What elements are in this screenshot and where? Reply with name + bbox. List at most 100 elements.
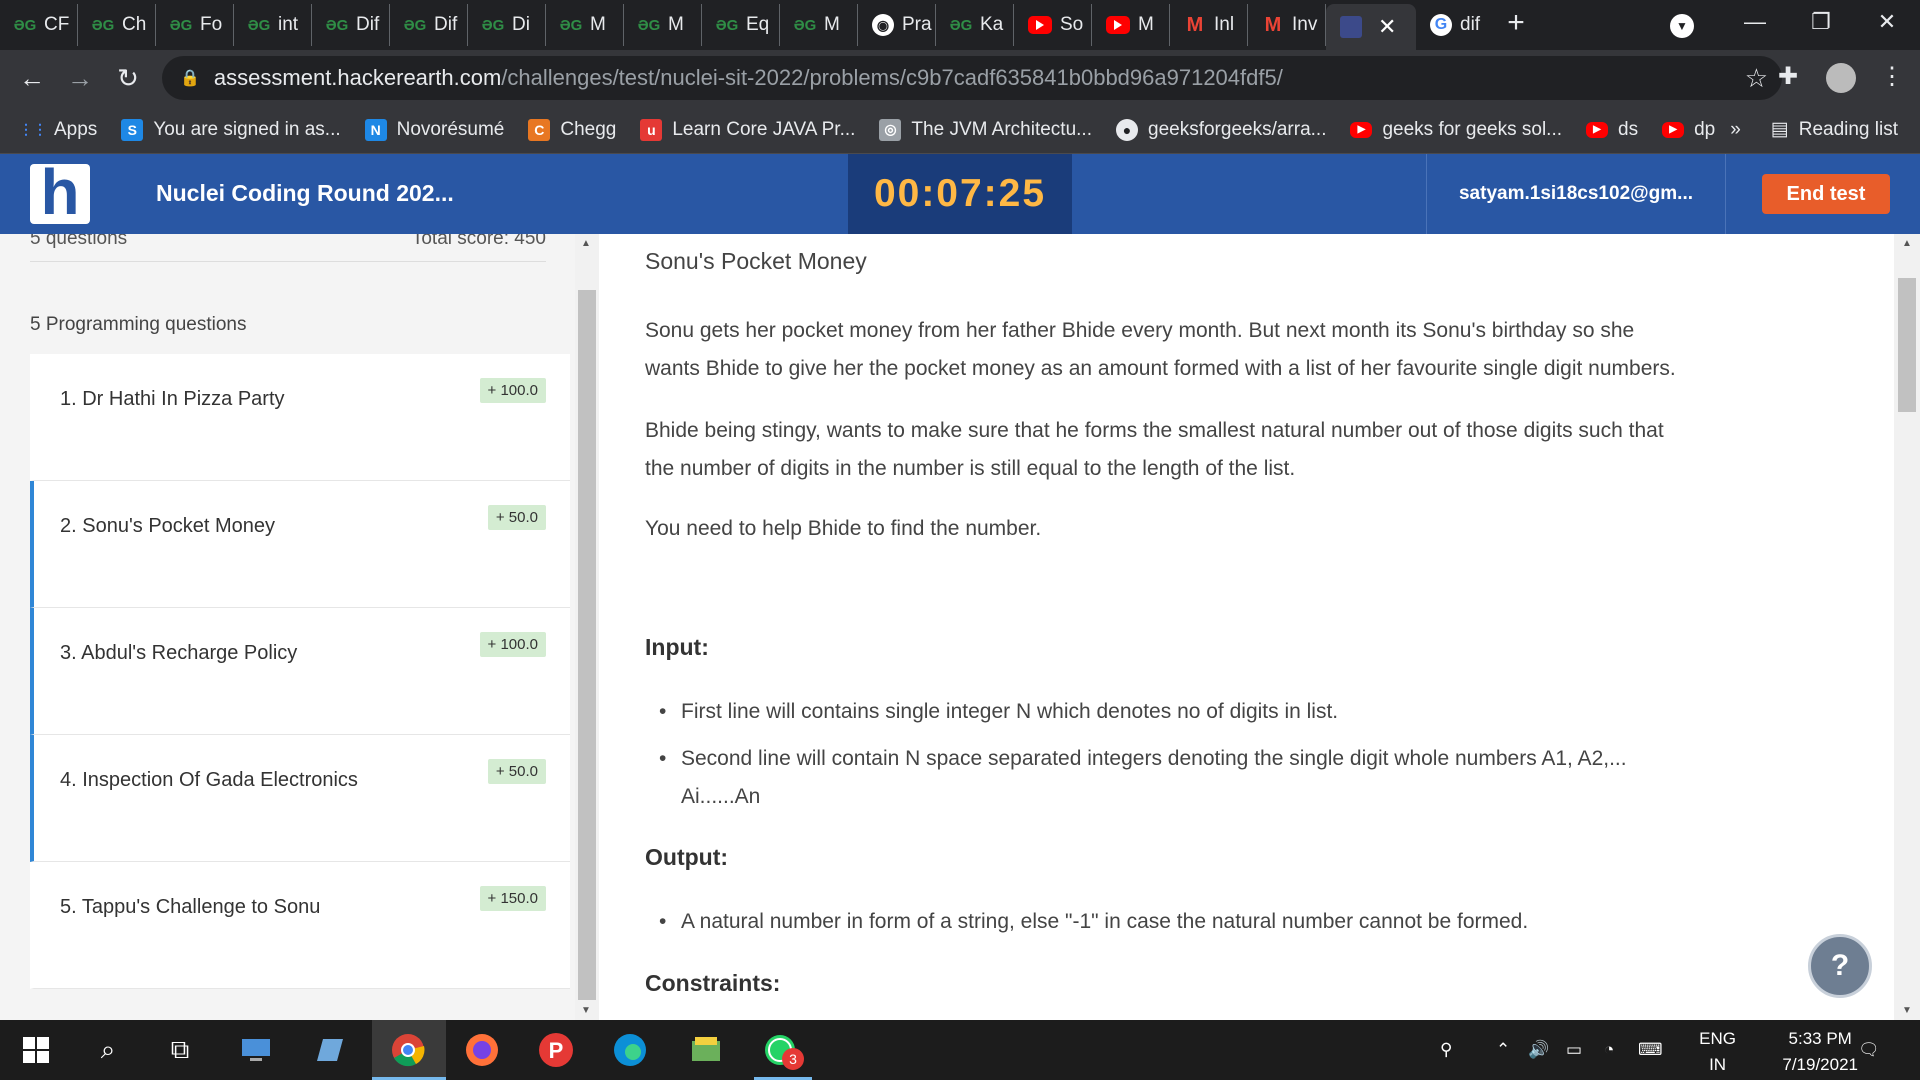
browser-tab[interactable]: ƏG Dif (312, 4, 390, 46)
output-heading: Output: (645, 844, 729, 870)
end-test-button[interactable]: End test (1762, 174, 1890, 214)
bookmark-item[interactable]: ◎ The JVM Architectu... (879, 118, 1092, 141)
score-badge: + 100.0 (479, 378, 546, 403)
question-item[interactable]: 4. Inspection Of Gada Electronics + 50.0 (30, 735, 570, 862)
score-badge: + 50.0 (487, 505, 546, 530)
people-icon[interactable]: ⚲ (1440, 1020, 1452, 1080)
task-view-icon[interactable]: ⧉ (160, 1030, 200, 1070)
scroll-thumb[interactable] (1898, 278, 1916, 412)
chrome-taskbar-icon[interactable] (388, 1030, 428, 1070)
browser-tab[interactable]: ƏG Ka (936, 4, 1014, 46)
restore-icon[interactable]: ❐ (1788, 9, 1854, 35)
lock-icon[interactable]: 🔒 (180, 68, 200, 88)
bookmark-item[interactable]: N Novorésumé (364, 118, 504, 141)
extensions-icon[interactable]: ✚ (1778, 62, 1798, 91)
question-item[interactable]: 2. Sonu's Pocket Money + 50.0 (30, 481, 570, 608)
browser-tab[interactable]: ƏG Fo (156, 4, 234, 46)
python-idle-icon[interactable] (686, 1030, 726, 1070)
bookmark-item[interactable]: ▶ ds (1586, 119, 1638, 141)
tab-label: M (1138, 14, 1154, 35)
question-item[interactable]: 5. Tappu's Challenge to Sonu + 150.0 (30, 862, 570, 989)
bookmark-label: dp (1694, 118, 1716, 140)
browser-tab[interactable]: M Inv (1248, 4, 1326, 46)
reading-list-button[interactable]: Reading list (1799, 119, 1898, 141)
main-scrollbar[interactable]: ▲ ▼ (1894, 234, 1920, 1020)
reload-icon[interactable]: ↻ (104, 63, 152, 94)
bookmark-item[interactable]: C Chegg (528, 118, 616, 141)
paragraph-1: Sonu gets her pocket money from her fath… (645, 312, 1875, 388)
search-icon[interactable]: ⌕ (88, 1030, 128, 1070)
google-icon: G (1430, 14, 1452, 36)
scroll-thumb[interactable] (578, 290, 596, 1000)
browser-tab[interactable]: ƏG M (624, 4, 702, 46)
browser-tab[interactable]: So (1014, 4, 1092, 46)
keyboard-icon[interactable]: ⌨ (1638, 1020, 1663, 1080)
gmail-icon: M (1186, 13, 1204, 36)
reading-list-icon[interactable]: ▤ (1771, 118, 1789, 141)
browser-tab[interactable]: ƏG Eq (702, 4, 780, 46)
constraints-heading: Constraints: (645, 970, 781, 996)
scroll-up-icon[interactable]: ▲ (581, 238, 591, 249)
minimize-icon[interactable]: — (1722, 9, 1788, 35)
input-bullet-1: First line will contains single integer … (659, 693, 1871, 731)
bookmark-item[interactable]: ▶ dp (1662, 119, 1715, 141)
browser-tab[interactable]: Gdif (1416, 4, 1494, 46)
address-bar[interactable]: 🔒 assessment.hackerearth.com/challenges/… (162, 56, 1782, 100)
p-app-icon[interactable]: P (536, 1030, 576, 1070)
firefox-icon[interactable] (462, 1030, 502, 1070)
more-bookmarks-icon[interactable]: » (1730, 119, 1741, 141)
close-tab-icon[interactable]: ✕ (1378, 14, 1396, 40)
wifi-icon[interactable]: ◔ (1604, 1020, 1614, 1080)
forward-icon[interactable]: → (56, 63, 104, 94)
active-tab[interactable]: ✕ (1326, 4, 1416, 50)
menu-kebab-icon[interactable]: ⋮ (1880, 62, 1904, 91)
back-icon[interactable]: ← (8, 63, 56, 94)
edge-icon[interactable] (610, 1030, 650, 1070)
question-item[interactable]: 3. Abdul's Recharge Policy + 100.0 (30, 608, 570, 735)
question-title: 4. Inspection Of Gada Electronics (60, 769, 358, 791)
notification-center-icon[interactable]: 🗨 (1858, 1020, 1880, 1080)
bookmark-item[interactable]: ⋮⋮ Apps (19, 119, 97, 141)
tab-label: Fo (200, 14, 223, 35)
hackerearth-logo[interactable]: h (30, 164, 90, 224)
scroll-up-icon[interactable]: ▲ (1902, 238, 1912, 249)
browser-tab[interactable]: M Inl (1170, 4, 1248, 46)
profile-menu-icon[interactable]: ▼ (1670, 14, 1694, 38)
tab-label: Ch (122, 14, 147, 35)
bookmark-item[interactable]: ● geeksforgeeks/arra... (1116, 118, 1326, 141)
bookmark-item[interactable]: u Learn Core JAVA Pr... (640, 118, 855, 141)
volume-icon[interactable]: 🔊 (1528, 1020, 1549, 1080)
bookmark-item[interactable]: S You are signed in as... (121, 118, 341, 141)
question-item[interactable]: 1. Dr Hathi In Pizza Party + 100.0 (30, 354, 570, 481)
new-tab-button[interactable]: + (1494, 6, 1538, 40)
this-pc-icon[interactable] (236, 1030, 276, 1070)
battery-icon[interactable]: ▭ (1566, 1020, 1582, 1080)
browser-tab[interactable]: ƏG Di (468, 4, 546, 46)
notepad-icon[interactable] (310, 1030, 350, 1070)
browser-tab[interactable]: ƏG M (546, 4, 624, 46)
avatar[interactable] (1826, 63, 1856, 93)
windows-start-icon[interactable] (16, 1030, 56, 1070)
sidebar-scrollbar[interactable]: ▲ ▼ (575, 234, 599, 1020)
show-hidden-icons[interactable]: ⌃ (1496, 1020, 1510, 1080)
browser-tab[interactable]: ƏG int (234, 4, 312, 46)
help-button[interactable]: ? (1808, 934, 1872, 998)
gfg-icon: ƏG (169, 16, 193, 34)
browser-tab[interactable]: ƏG Ch (78, 4, 156, 46)
system-clock[interactable]: 5:33 PM 7/19/2021 (1782, 1026, 1858, 1078)
language-indicator[interactable]: ENG IN (1699, 1026, 1736, 1078)
bookmark-item[interactable]: ▶ geeks for geeks sol... (1350, 119, 1562, 141)
user-email[interactable]: satyam.1si18cs102@gm... (1426, 154, 1726, 234)
bullet-line: Second line will contain N space separat… (681, 747, 1627, 770)
browser-tab[interactable]: ◉ Pra (858, 4, 936, 46)
scroll-down-icon[interactable]: ▼ (581, 1005, 591, 1016)
apps-icon: ⋮⋮ (19, 121, 47, 137)
scroll-down-icon[interactable]: ▼ (1902, 1005, 1912, 1016)
browser-tab[interactable]: ƏG M (780, 4, 858, 46)
gfg-icon: ƏG (403, 16, 427, 34)
browser-tab[interactable]: M (1092, 4, 1170, 46)
close-window-icon[interactable]: ✕ (1854, 9, 1920, 35)
bookmark-star-icon[interactable]: ☆ (1745, 63, 1768, 94)
browser-tab[interactable]: ƏG Dif (390, 4, 468, 46)
browser-tab[interactable]: ƏG CF (0, 4, 78, 46)
